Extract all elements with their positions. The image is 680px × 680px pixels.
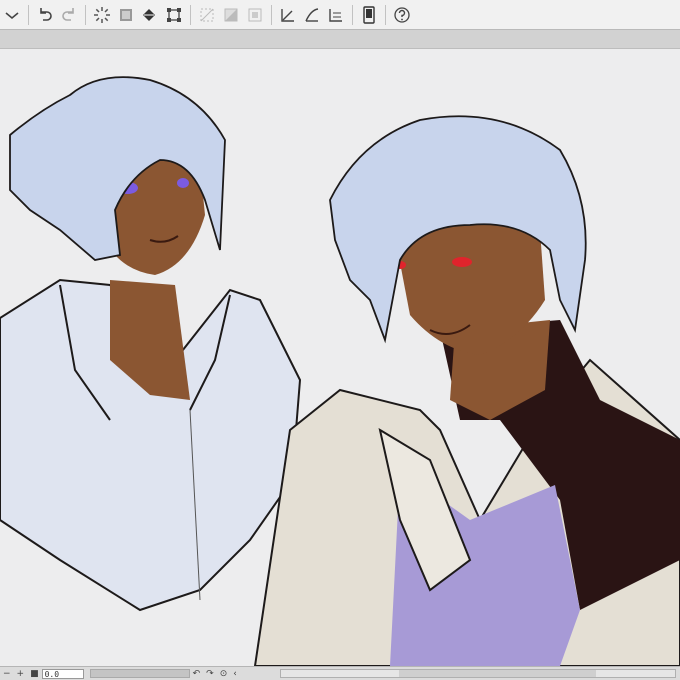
toolbar-divider xyxy=(28,4,29,25)
artwork xyxy=(0,76,680,666)
toolbar-divider xyxy=(352,4,353,25)
toolbar-divider xyxy=(85,4,86,25)
undo-icon[interactable] xyxy=(34,4,56,26)
zoom-in-icon[interactable]: + xyxy=(17,669,25,679)
scroll-left-icon[interactable]: ‹ xyxy=(233,669,237,679)
ruler-snap-icon[interactable] xyxy=(277,4,299,26)
scrollbar-thumb[interactable] xyxy=(399,670,597,677)
drawing-canvas[interactable] xyxy=(0,49,680,666)
dropdown-arrow-icon[interactable] xyxy=(1,4,23,26)
redo-icon[interactable] xyxy=(58,4,80,26)
reset-rotation-icon[interactable]: ⊙ xyxy=(220,669,228,679)
loading-spinner-icon[interactable] xyxy=(91,4,113,26)
command-toolbar xyxy=(0,0,680,30)
invert-selection-icon[interactable] xyxy=(220,4,242,26)
grid-snap-icon[interactable] xyxy=(325,4,347,26)
deselect-icon[interactable] xyxy=(196,4,218,26)
zoom-out-icon[interactable]: − xyxy=(3,669,11,679)
rotate-right-icon[interactable]: ↷ xyxy=(206,669,214,679)
fill-icon[interactable] xyxy=(139,4,161,26)
toolbar-divider xyxy=(385,4,386,25)
toolbar-divider xyxy=(271,4,272,25)
zoom-slider[interactable] xyxy=(89,669,190,678)
clear-layer-icon[interactable] xyxy=(115,4,137,26)
transform-icon[interactable] xyxy=(163,4,185,26)
tab-bar xyxy=(0,30,680,49)
toolbar-divider xyxy=(190,4,191,25)
device-icon[interactable] xyxy=(358,4,380,26)
left-figure xyxy=(0,76,302,612)
zoom-input[interactable]: 0.0 xyxy=(41,668,84,679)
special-ruler-snap-icon[interactable] xyxy=(301,4,323,26)
rotate-left-icon[interactable]: ↶ xyxy=(193,669,201,679)
status-bar: − + ■ 0.0 ↶ ↷ ⊙ ‹ xyxy=(0,666,680,680)
right-figure xyxy=(253,115,680,666)
show-selection-icon[interactable] xyxy=(244,4,266,26)
help-icon[interactable] xyxy=(391,4,413,26)
square-icon[interactable]: ■ xyxy=(30,669,39,679)
horizontal-scrollbar[interactable] xyxy=(279,669,676,678)
